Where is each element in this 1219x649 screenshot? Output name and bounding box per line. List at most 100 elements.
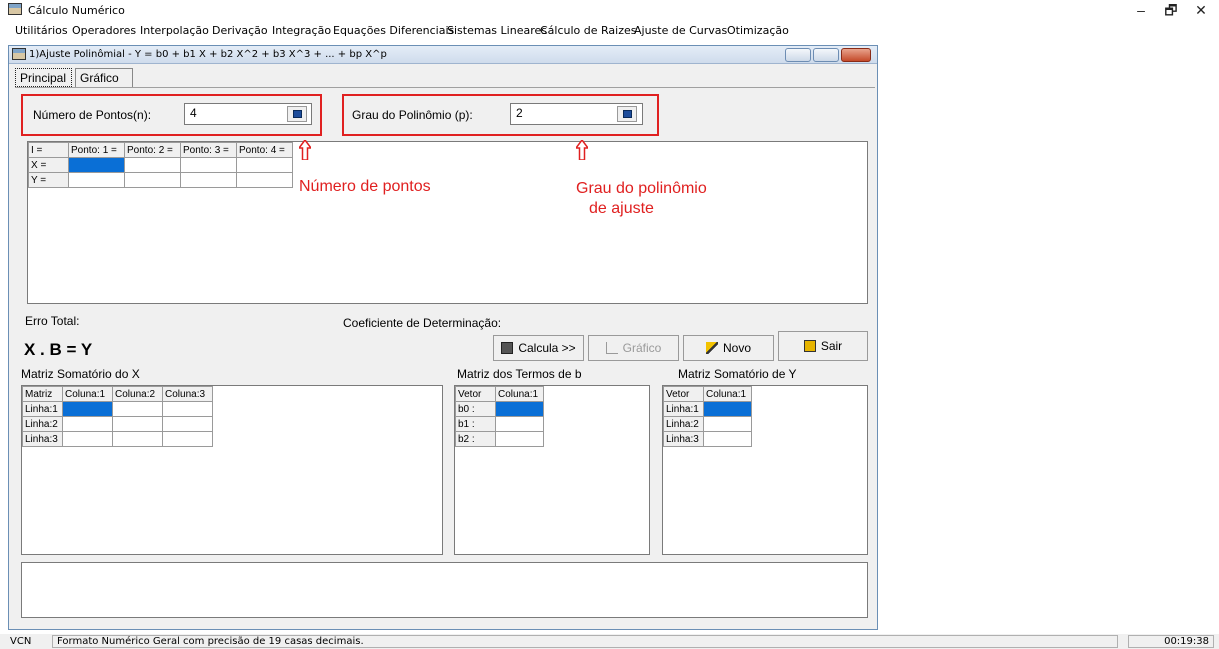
tab-grafico[interactable]: Gráfico	[75, 68, 133, 87]
output-memo[interactable]	[21, 562, 868, 618]
child-window: 1)Ajuste Polinômial - Y = b0 + b1 X + b2…	[8, 45, 878, 630]
grid-cell[interactable]	[495, 416, 544, 432]
row-header: b1 :	[455, 416, 496, 432]
table-row: Linha:1	[22, 401, 213, 417]
row-header: Linha:2	[663, 416, 704, 432]
arrow-up-icon	[576, 140, 588, 160]
menu-interpolacao[interactable]: Interpolação	[140, 24, 209, 37]
grid-cell[interactable]	[703, 431, 752, 447]
sum-x-panel: Matriz Coluna:1 Coluna:2 Coluna:3 Linha:…	[21, 385, 443, 555]
menu-derivacao[interactable]: Derivação	[212, 24, 268, 37]
child-close-button[interactable]	[841, 48, 871, 62]
table-row: Linha:2	[663, 416, 752, 432]
minimize-button[interactable]: –	[1126, 2, 1156, 18]
status-message: Formato Numérico Geral com precisão de 1…	[52, 635, 1118, 648]
sum-x-grid: Matriz Coluna:1 Coluna:2 Coluna:3 Linha:…	[22, 386, 213, 447]
num-points-calc-button[interactable]	[287, 106, 307, 122]
grafico-button[interactable]: Gráfico	[588, 335, 679, 361]
novo-button-label: Novo	[722, 341, 751, 355]
menu-operadores[interactable]: Operadores	[72, 24, 136, 37]
grid-cell[interactable]	[68, 172, 125, 188]
restore-button[interactable]: 🗗	[1156, 2, 1186, 18]
menu-equacoes-diferenciais[interactable]: Equações Diferenciais	[333, 24, 454, 37]
grid-header: Coluna:1	[62, 386, 113, 402]
degree-value: 2	[516, 106, 523, 120]
table-row: b2 :	[455, 431, 544, 447]
sum-y-panel: Vetor Coluna:1 Linha:1 Linha:2 Linha:3	[662, 385, 868, 555]
grid-cell[interactable]	[162, 401, 213, 417]
child-restore-button[interactable]	[813, 48, 839, 62]
grid-cell[interactable]	[180, 157, 237, 173]
degree-field[interactable]: 2	[510, 103, 643, 125]
app-title: Cálculo Numérico	[28, 4, 125, 17]
table-row: Linha:2	[22, 416, 213, 432]
tab-principal[interactable]: Principal	[15, 68, 72, 87]
row-header: X =	[28, 157, 69, 173]
grid-cell[interactable]	[703, 401, 752, 417]
grafico-button-label: Gráfico	[622, 341, 662, 355]
menu-sistemas-lineares[interactable]: Sistemas Lineares	[447, 24, 547, 37]
erro-total-label: Erro Total:	[25, 314, 80, 328]
num-points-value: 4	[190, 106, 197, 120]
terms-b-panel: Vetor Coluna:1 b0 : b1 : b2 :	[454, 385, 650, 555]
menu-calculo-raizes[interactable]: Cálculo de Raizes	[540, 24, 637, 37]
table-row: b1 :	[455, 416, 544, 432]
num-points-field[interactable]: 4	[184, 103, 312, 125]
calcula-button[interactable]: Calcula >>	[493, 335, 584, 361]
grid-cell[interactable]	[112, 401, 163, 417]
degree-label: Grau do Polinômio (p):	[352, 108, 473, 122]
arrow-up-icon	[299, 140, 311, 160]
grid-header: Coluna:1	[495, 386, 544, 402]
sair-button-label: Sair	[820, 339, 843, 353]
chart-icon	[605, 342, 618, 354]
grid-cell[interactable]	[495, 401, 544, 417]
grid-header: I =	[28, 142, 69, 158]
grid-cell[interactable]	[62, 431, 113, 447]
menu-integracao[interactable]: Integração	[272, 24, 331, 37]
grid-cell[interactable]	[112, 431, 163, 447]
grid-cell[interactable]	[112, 416, 163, 432]
grid-cell[interactable]	[162, 431, 213, 447]
novo-button[interactable]: Novo	[683, 335, 774, 361]
table-row: X =	[28, 157, 293, 173]
child-window-title: 1)Ajuste Polinômial - Y = b0 + b1 X + b2…	[29, 49, 387, 60]
status-mode: VCN	[10, 636, 32, 647]
grid-cell[interactable]	[124, 172, 181, 188]
points-grid-panel: I = Ponto: 1 = Ponto: 2 = Ponto: 3 = Pon…	[27, 140, 868, 304]
menu-ajuste-curvas[interactable]: Ajuste de Curvas	[634, 24, 727, 37]
row-header: Linha:3	[22, 431, 63, 447]
grid-cell[interactable]	[124, 157, 181, 173]
sair-button[interactable]: Sair	[778, 331, 868, 361]
grid-cell[interactable]	[495, 431, 544, 447]
row-header: Linha:1	[22, 401, 63, 417]
degree-calc-button[interactable]	[617, 106, 637, 122]
close-button[interactable]: ✕	[1186, 2, 1216, 18]
app-title-bar[interactable]: Cálculo Numérico – 🗗 ✕	[0, 0, 1219, 20]
row-header: Linha:2	[22, 416, 63, 432]
table-row: Linha:1	[663, 401, 752, 417]
grid-cell[interactable]	[236, 157, 293, 173]
calcula-button-label: Calcula >>	[518, 341, 576, 355]
grid-header: Ponto: 4 =	[236, 142, 293, 158]
child-minimize-button[interactable]	[785, 48, 811, 62]
grid-cell[interactable]	[703, 416, 752, 432]
grid-cell[interactable]	[62, 416, 113, 432]
grid-header: Coluna:2	[112, 386, 163, 402]
grid-cell[interactable]	[68, 157, 125, 173]
table-row: Y =	[28, 172, 293, 188]
annotation-degree-line1: Grau do polinômio	[576, 180, 707, 197]
table-row: b0 :	[455, 401, 544, 417]
child-window-title-bar[interactable]: 1)Ajuste Polinômial - Y = b0 + b1 X + b2…	[9, 46, 877, 64]
annotation-degree-line2: de ajuste	[589, 200, 654, 217]
grid-cell[interactable]	[162, 416, 213, 432]
grid-cell[interactable]	[236, 172, 293, 188]
menu-utilitarios[interactable]: Utilitários	[15, 24, 68, 37]
grid-cell[interactable]	[62, 401, 113, 417]
exit-icon	[803, 340, 816, 352]
table-row: Vetor Coluna:1	[663, 386, 752, 402]
menu-otimizacao[interactable]: Otimização	[727, 24, 789, 37]
grid-cell[interactable]	[180, 172, 237, 188]
terms-b-grid: Vetor Coluna:1 b0 : b1 : b2 :	[455, 386, 544, 447]
sum-y-grid: Vetor Coluna:1 Linha:1 Linha:2 Linha:3	[663, 386, 752, 447]
grid-header: Coluna:1	[703, 386, 752, 402]
